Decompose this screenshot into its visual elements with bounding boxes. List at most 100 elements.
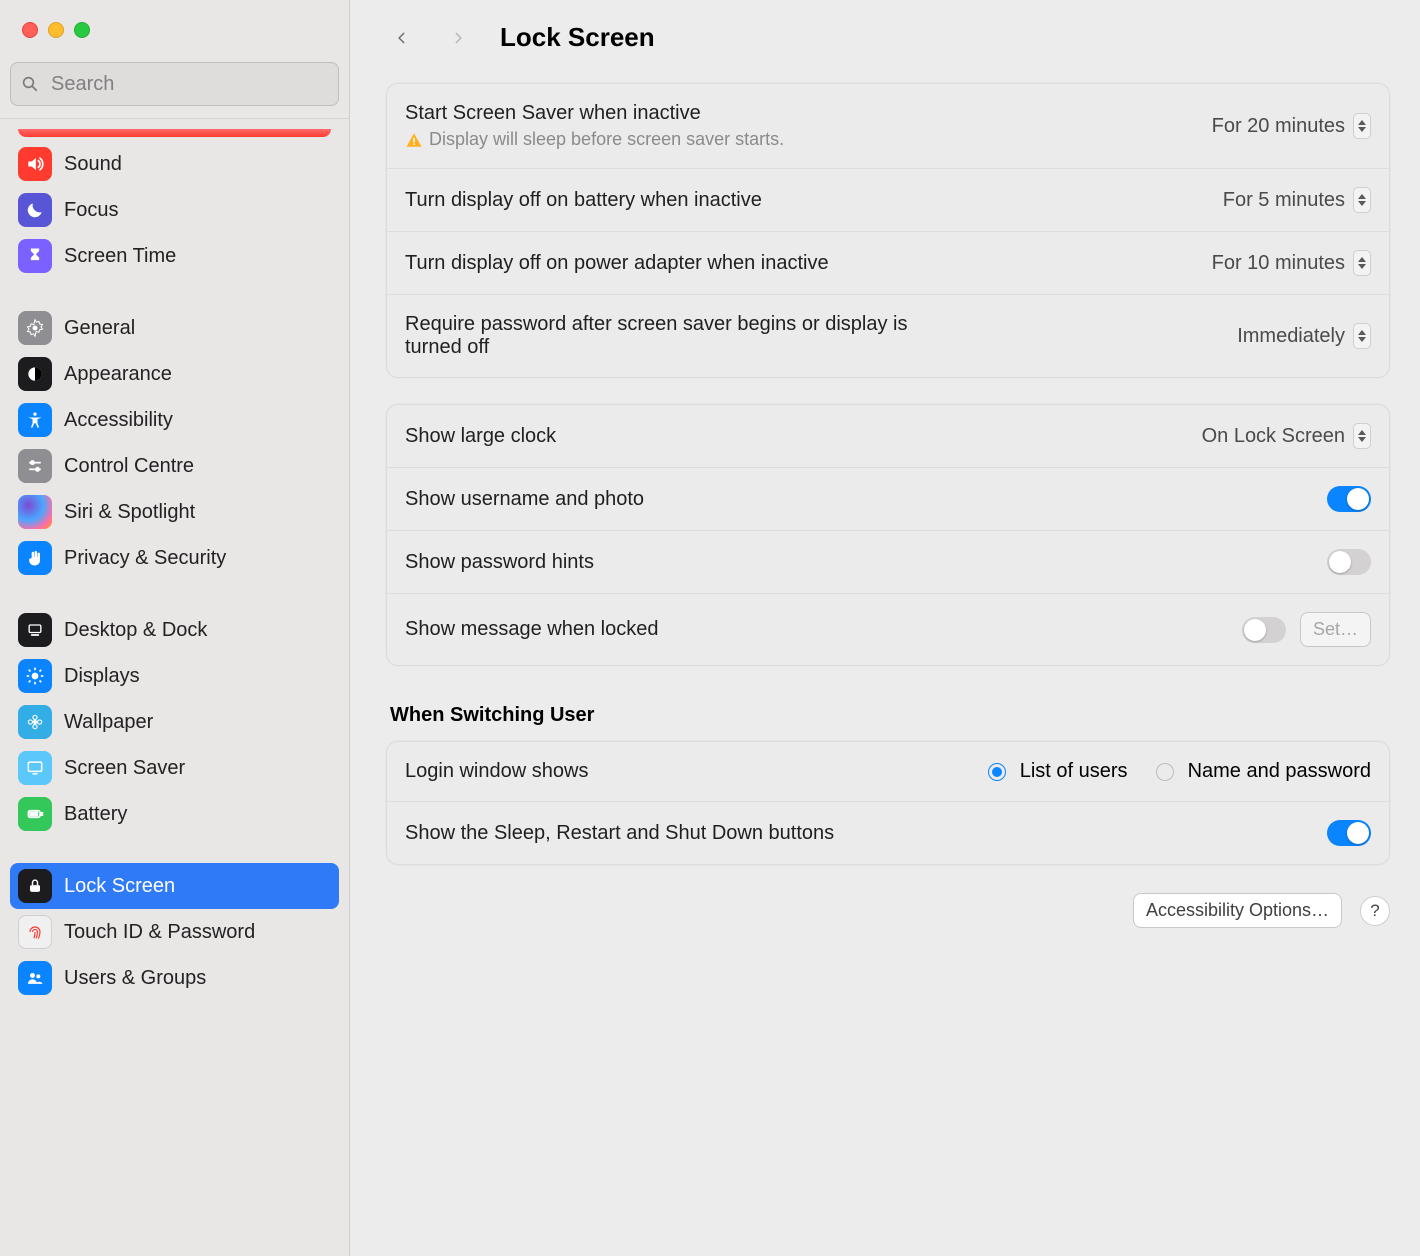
setting-label: Show username and photo [405,488,644,511]
help-button[interactable]: ? [1360,896,1390,926]
settings-card-lockscreen: Show large clock On Lock Screen Show use… [386,404,1390,666]
setting-label: Require password after screen saver begi… [405,313,925,359]
sidebar-item-touch-id-password[interactable]: Touch ID & Password [10,909,339,955]
dock-icon [18,613,52,647]
setting-value-select[interactable]: For 20 minutes [1212,113,1371,139]
search-icon [21,75,39,93]
sidebar-item-appearance[interactable]: Appearance [10,351,339,397]
sidebar-item-screen-time[interactable]: Screen Time [10,233,339,279]
window-minimize-button[interactable] [48,22,64,38]
sidebar-item-privacy-security[interactable]: Privacy & Security [10,535,339,581]
accessibility-icon [18,403,52,437]
sidebar-item-control-centre[interactable]: Control Centre [10,443,339,489]
search-input[interactable] [10,62,339,106]
sidebar-item-screen-saver[interactable]: Screen Saver [10,745,339,791]
accessibility-options-button[interactable]: Accessibility Options… [1133,893,1342,928]
display-icon [18,751,52,785]
setting-value-select[interactable]: Immediately [1237,323,1371,349]
setting-label: Turn display off on power adapter when i… [405,252,829,275]
setting-sublabel: Display will sleep before screen saver s… [429,129,784,150]
fingerprint-icon [18,915,52,949]
sidebar: Sound Focus Screen Time General Appearan… [0,0,350,1256]
sidebar-item-label: Screen Time [64,245,176,268]
setting-label: Login window shows [405,760,588,783]
hourglass-icon [18,239,52,273]
stepper-icon [1353,250,1371,276]
sidebar-item-label: Control Centre [64,455,194,478]
titlebar: Lock Screen [350,0,1420,75]
sidebar-item-general[interactable]: General [10,305,339,351]
sidebar-item-label: Sound [64,153,122,176]
setting-value-select[interactable]: For 5 minutes [1223,187,1371,213]
sidebar-item-lock-screen[interactable]: Lock Screen [10,863,339,909]
lock-icon [18,869,52,903]
sidebar-item-siri-spotlight[interactable]: Siri & Spotlight [10,489,339,535]
sidebar-item-battery[interactable]: Battery [10,791,339,837]
sidebar-group: General Appearance Accessibility Control… [10,305,339,581]
toggle-sleep-restart-shutdown[interactable] [1327,820,1371,846]
sidebar-item-label: Siri & Spotlight [64,501,195,524]
gear-icon [18,311,52,345]
radio-icon [988,763,1006,781]
sidebar-item-focus[interactable]: Focus [10,187,339,233]
sidebar-item-label: Appearance [64,363,172,386]
sidebar-item-displays[interactable]: Displays [10,653,339,699]
sidebar-item-wallpaper[interactable]: Wallpaper [10,699,339,745]
sidebar-item-label: Focus [64,199,118,222]
sidebar-item-label: Lock Screen [64,875,175,898]
setting-label: Show message when locked [405,618,658,641]
sidebar-item-label: Desktop & Dock [64,619,207,642]
setting-value: Immediately [1237,325,1345,348]
search-field[interactable] [10,62,339,106]
sidebar-group: Desktop & Dock Displays Wallpaper Screen… [10,607,339,837]
sidebar-item-label: Touch ID & Password [64,921,255,944]
sidebar-item-label: Displays [64,665,140,688]
contrast-icon [18,357,52,391]
sidebar-item-label: Users & Groups [64,967,206,990]
window-traffic-lights [0,0,349,58]
toggle-username-photo[interactable] [1327,486,1371,512]
sidebar-item-clipped [18,129,331,137]
settings-card-timing: Start Screen Saver when inactive Display… [386,83,1390,378]
sidebar-item-label: General [64,317,135,340]
setting-value: For 5 minutes [1223,189,1345,212]
radio-list-of-users[interactable]: List of users [988,760,1128,783]
stepper-icon [1353,323,1371,349]
radio-icon [1156,763,1174,781]
setting-value-select[interactable]: On Lock Screen [1202,423,1371,449]
warning-icon [405,131,423,149]
sidebar-item-desktop-dock[interactable]: Desktop & Dock [10,607,339,653]
toggle-password-hints[interactable] [1327,549,1371,575]
sun-icon [18,659,52,693]
window-close-button[interactable] [22,22,38,38]
settings-card-switching-user: Login window shows List of users Name an… [386,741,1390,865]
stepper-icon [1353,187,1371,213]
radio-name-password[interactable]: Name and password [1156,760,1371,783]
users-icon [18,961,52,995]
setting-value: For 20 minutes [1212,115,1345,138]
sliders-icon [18,449,52,483]
stepper-icon [1353,423,1371,449]
nav-forward-button[interactable] [444,24,472,52]
sidebar-item-label: Screen Saver [64,757,185,780]
battery-icon [18,797,52,831]
stepper-icon [1353,113,1371,139]
window-zoom-button[interactable] [74,22,90,38]
section-header-switching-user: When Switching User [390,704,1386,727]
setting-label: Show the Sleep, Restart and Shut Down bu… [405,822,834,845]
sidebar-item-users-groups[interactable]: Users & Groups [10,955,339,1001]
hand-icon [18,541,52,575]
sidebar-item-label: Battery [64,803,127,826]
sidebar-item-label: Accessibility [64,409,173,432]
sidebar-item-sound[interactable]: Sound [10,141,339,187]
siri-icon [18,495,52,529]
sidebar-item-label: Wallpaper [64,711,153,734]
radio-label: List of users [1020,760,1128,783]
setting-value-select[interactable]: For 10 minutes [1212,250,1371,276]
sidebar-group: Sound Focus Screen Time [10,141,339,279]
toggle-locked-message[interactable] [1242,617,1286,643]
nav-back-button[interactable] [388,24,416,52]
sidebar-item-accessibility[interactable]: Accessibility [10,397,339,443]
setting-value: For 10 minutes [1212,252,1345,275]
set-locked-message-button[interactable]: Set… [1300,612,1371,647]
